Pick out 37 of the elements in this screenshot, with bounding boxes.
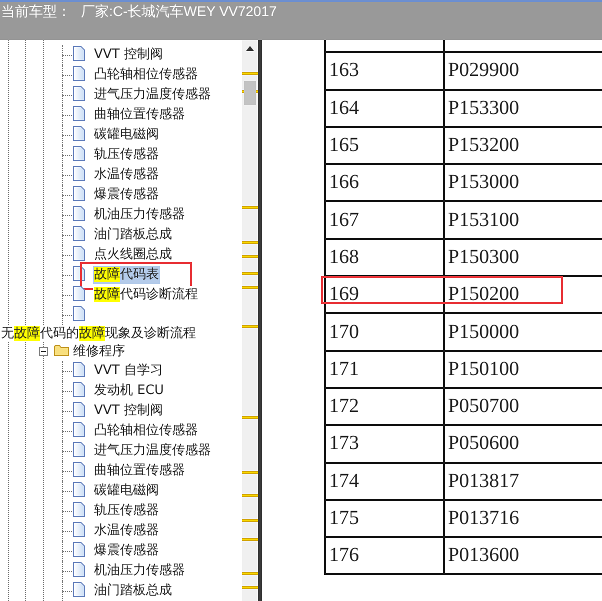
collapse-toggle[interactable] <box>39 347 48 356</box>
fault-code: P150200 <box>448 283 520 306</box>
fault-code: P013600 <box>448 544 520 566</box>
fault-code: P153200 <box>448 134 520 156</box>
scroll-thumb[interactable] <box>244 81 256 105</box>
fault-code: P050600 <box>448 432 520 454</box>
fault-code: P013716 <box>448 507 520 529</box>
fault-code: P050700 <box>448 395 520 418</box>
fault-code: P013817 <box>448 470 520 492</box>
tree-heading[interactable]: 无故障代码的故障现象及诊断流程 <box>1 326 196 342</box>
fault-code: P150300 <box>448 246 520 268</box>
row-number: 169 <box>329 283 359 306</box>
row-number: 173 <box>329 432 359 454</box>
vehicle-model: 厂家:C-长城汽车WEY VV72017 <box>81 2 277 20</box>
tree-item[interactable]: 故障代码诊断流程 <box>93 286 199 304</box>
row-number: 170 <box>329 320 359 343</box>
row-number: 168 <box>329 246 359 268</box>
fault-code: P150000 <box>448 320 520 343</box>
row-number: 174 <box>329 470 359 492</box>
row-number: 163 <box>329 59 359 82</box>
fault-code: P153300 <box>448 96 520 119</box>
scroll-up-icon[interactable] <box>246 46 254 51</box>
tree-item[interactable]: 故障代码表 <box>93 266 160 284</box>
row-number: 172 <box>329 395 359 418</box>
row-number: 171 <box>329 358 359 380</box>
row-number: 176 <box>329 544 359 566</box>
fault-code: P153000 <box>448 171 520 194</box>
row-number: 164 <box>329 96 359 119</box>
vehicle-label: 当前车型： <box>1 2 71 20</box>
row-number: 166 <box>329 171 359 194</box>
fault-code: P029900 <box>448 59 520 82</box>
fault-code: P153100 <box>448 208 520 231</box>
row-number: 165 <box>329 134 359 156</box>
fault-code: P150100 <box>448 358 520 380</box>
row-number: 175 <box>329 507 359 529</box>
row-number: 167 <box>329 208 359 231</box>
scrollbar[interactable] <box>242 40 258 601</box>
